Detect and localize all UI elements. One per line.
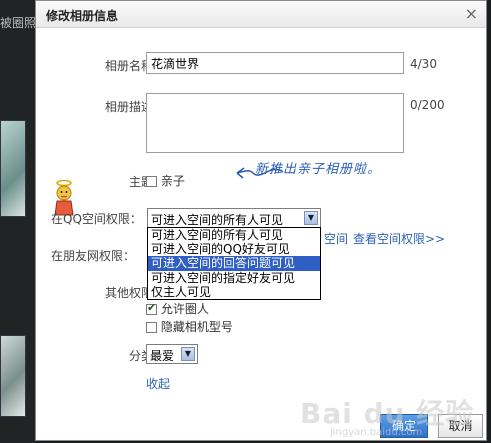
- album-desc-textarea[interactable]: [146, 93, 404, 153]
- background-thumbnail[interactable]: [0, 120, 26, 217]
- dropdown-option-highlighted[interactable]: 可进入空间的回答问题可见: [148, 256, 320, 271]
- qq-space-permission-select[interactable]: 可进入空间的所有人可见 ▼: [147, 208, 321, 228]
- theme-checkbox[interactable]: [146, 176, 157, 187]
- close-icon[interactable]: ×: [465, 4, 478, 23]
- album-name-input[interactable]: 花滴世界: [146, 52, 404, 74]
- dropdown-option[interactable]: 可进入空间的QQ好友可见: [148, 242, 320, 256]
- edit-album-dialog: 修改相册信息 × 相册名称： 花滴世界 4/30 相册描述： 0/200 主题：…: [35, 0, 487, 441]
- background-partial-text: 被圈照: [0, 16, 36, 30]
- album-desc-counter: 0/200: [410, 98, 445, 112]
- view-space-permission-link[interactable]: 查看空间权限>>: [353, 230, 445, 247]
- theme-option-label: 亲子: [160, 174, 185, 188]
- dropdown-option[interactable]: 仅主人可见: [148, 285, 320, 299]
- dropdown-option[interactable]: 可进入空间的指定好友可见: [148, 271, 320, 285]
- qq-space-permission-selected: 可进入空间的所有人可见: [151, 213, 284, 227]
- category-select[interactable]: 最爱 ▼: [146, 344, 198, 364]
- hide-camera-label: 隐藏相机型号: [160, 320, 233, 334]
- hide-camera-option[interactable]: 隐藏相机型号: [146, 318, 233, 335]
- qq-space-permission-dropdown: 可进入空间的所有人可见 可进入空间的QQ好友可见 可进入空间的回答问题可见 可进…: [147, 227, 321, 300]
- allow-circle-label: 允许圈人: [160, 302, 209, 316]
- annotation-text: 新推出亲子相册啦。: [255, 162, 382, 177]
- background-thumbnail[interactable]: [0, 335, 26, 417]
- space-link[interactable]: 空间: [324, 230, 348, 247]
- dialog-titlebar: 修改相册信息 ×: [36, 1, 486, 28]
- chevron-down-icon[interactable]: ▼: [181, 347, 195, 361]
- album-name-counter: 4/30: [410, 57, 437, 71]
- allow-circle-checkbox[interactable]: [146, 301, 157, 315]
- theme-option[interactable]: 亲子: [146, 172, 185, 189]
- chevron-down-icon[interactable]: ▼: [304, 211, 318, 225]
- allow-circle-option[interactable]: 允许圈人: [146, 300, 209, 317]
- collapse-link[interactable]: 收起: [146, 375, 170, 392]
- background-panel: 被圈照: [0, 0, 36, 443]
- hide-camera-checkbox[interactable]: [146, 322, 157, 333]
- dialog-title: 修改相册信息: [46, 9, 119, 23]
- category-selected: 最爱: [150, 349, 175, 363]
- cancel-button[interactable]: 取消: [438, 414, 483, 438]
- dropdown-option[interactable]: 可进入空间的所有人可见: [148, 228, 320, 242]
- ok-button[interactable]: 确定: [380, 414, 428, 438]
